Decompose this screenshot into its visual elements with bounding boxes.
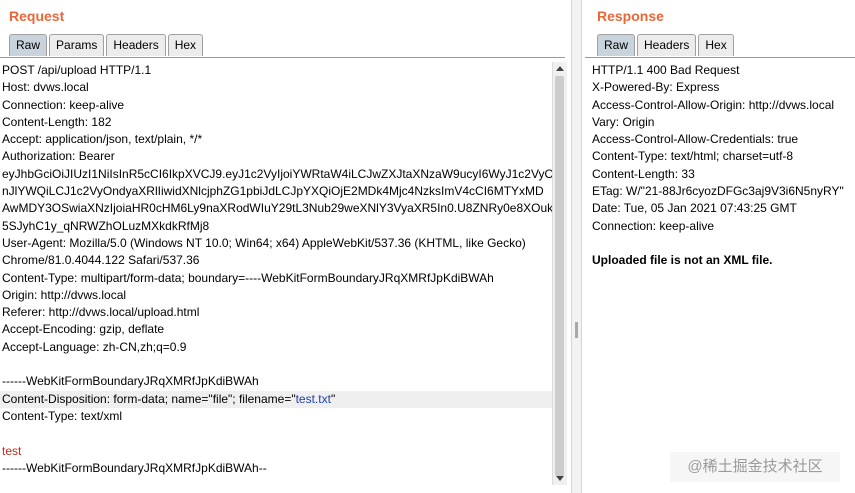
request-line: Host: dvws.local [2,80,89,95]
request-line: 5SJyhC1y_qNRWZhOLuzMXkdkRfMj8 [2,218,210,233]
request-line: Accept: application/json, text/plain, */… [2,132,203,147]
response-line: Access-Control-Allow-Origin: http://dvws… [592,97,835,112]
response-line: Content-Type: text/html; charset=utf-8 [592,149,794,164]
response-line [590,235,855,252]
response-line: HTTP/1.1 400 Bad Request [592,63,740,77]
request-line: Origin: http://dvws.local [2,287,127,302]
request-line-highlighted: Content-Disposition: form-data; name="fi… [0,390,552,408]
request-line: Connection: keep-alive [2,97,125,112]
response-line: Content-Length: 33 [592,166,695,181]
scroll-up-icon[interactable] [556,66,564,71]
response-line: ETag: W/"21-88Jr6cyozDFGc3aj9V3i6N5nyRY" [592,184,844,199]
request-scrollbar[interactable] [552,62,567,485]
tab-headers[interactable]: Headers [637,34,697,56]
request-body-content: test [2,443,22,458]
response-line: X-Powered-By: Express [592,80,720,95]
response-line: Vary: Origin [592,114,655,129]
response-line: Date: Tue, 05 Jan 2021 07:43:25 GMT [592,201,797,216]
request-line: AwMDY3OSwiaXNzIjoiaHR0cHM6Ly9naXRodWIuY2… [2,201,557,216]
response-tabs: Raw Headers Hex [597,34,736,57]
request-line [0,356,552,373]
request-line: ------WebKitFormBoundaryJRqXMRfJpKdiBWAh… [2,460,267,475]
tab-separator [0,57,565,58]
response-body: Uploaded file is not an XML file. [592,253,773,268]
request-line: Accept-Encoding: gzip, deflate [2,322,165,337]
tab-separator [585,57,855,58]
filename-close-quote: " [330,391,336,406]
tab-params[interactable]: Params [49,34,105,56]
request-line: ------WebKitFormBoundaryJRqXMRfJpKdiBWAh [2,374,259,389]
tab-hex[interactable]: Hex [167,34,204,56]
request-line: Chrome/81.0.4044.122 Safari/537.36 [2,253,200,268]
request-line: nJlYWQiLCJ1c2VyOndyaXRlIiwidXNlcjphZG1pb… [2,184,544,199]
response-panel: Response Raw Headers Hex HTTP/1.1 400 Ba… [585,0,855,493]
request-line [0,425,552,442]
request-tabs: Raw Params Headers Hex [9,34,205,57]
request-title: Request [9,8,65,24]
request-line: Referer: http://dvws.local/upload.html [2,305,200,320]
tab-hex[interactable]: Hex [698,34,734,56]
filename-value: test.txt [295,391,331,406]
scrollbar-thumb[interactable] [555,76,564,476]
tab-headers[interactable]: Headers [106,34,166,56]
scroll-down-icon[interactable] [556,476,564,481]
split-divider[interactable] [571,0,582,493]
request-panel: Request Raw Params Headers Hex POST /api… [0,0,569,493]
request-line: Content-Type: text/xml [2,408,123,423]
response-line: Connection: keep-alive [592,218,715,233]
request-editor[interactable]: POST /api/upload HTTP/1.1 Host: dvws.loc… [0,62,557,477]
request-line: User-Agent: Mozilla/5.0 (Windows NT 10.0… [2,235,526,250]
request-line: eyJhbGciOiJIUzI1NiIsInR5cCI6IkpXVCJ9.eyJ… [2,166,554,181]
response-line: Access-Control-Allow-Credentials: true [592,132,799,147]
response-title: Response [597,8,664,24]
divider-grip-icon[interactable] [575,322,578,338]
request-line: Content-Type: multipart/form-data; bound… [2,270,494,285]
disposition-text: Content-Disposition: form-data; name="fi… [2,391,296,406]
request-line: Content-Length: 182 [2,114,112,129]
request-line: Authorization: Bearer [2,149,115,164]
tab-raw[interactable]: Raw [597,34,636,56]
request-line: POST /api/upload HTTP/1.1 [2,63,152,77]
tab-raw[interactable]: Raw [9,34,48,56]
response-editor[interactable]: HTTP/1.1 400 Bad Request X-Powered-By: E… [590,62,855,270]
watermark: @稀土掘金技术社区 [670,452,840,482]
request-line: Accept-Language: zh-CN,zh;q=0.9 [2,339,187,354]
